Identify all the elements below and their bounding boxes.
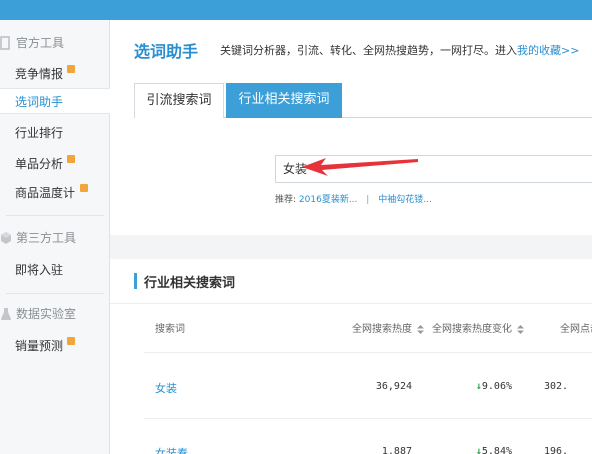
annotation-arrow-icon <box>302 158 418 176</box>
tab-industry-keywords[interactable]: 行业相关搜索词 <box>226 83 342 118</box>
column-header-keyword: 搜索词 <box>155 320 185 335</box>
bookmark-icon <box>0 36 12 50</box>
new-badge-icon <box>67 337 75 345</box>
sidebar-item-label: 单品分析 <box>15 157 64 171</box>
sidebar-item-word-assistant[interactable]: 选词助手 <box>0 88 110 114</box>
recommend-item[interactable]: 中袖勾花镂... <box>378 195 432 205</box>
column-header-label: 全网搜索热度 <box>352 324 412 335</box>
recommend-separator: | <box>366 195 370 205</box>
table-cell-keyword[interactable]: 女装春 <box>155 445 188 454</box>
page-title: 选词助手 <box>134 42 199 61</box>
section-header: 行业相关搜索词 <box>110 259 592 304</box>
column-header-clicks[interactable]: 全网点击 <box>560 320 592 335</box>
tab-bar: 引流搜索词 行业相关搜索词 <box>134 83 592 118</box>
cube-icon <box>0 231 12 245</box>
favorites-link[interactable]: 我的收藏>> <box>517 44 579 57</box>
sidebar-item-label: 即将入驻 <box>15 263 64 277</box>
column-header-label: 搜索词 <box>155 324 185 335</box>
sidebar-item-industry-rank[interactable]: 行业排行 <box>0 120 110 146</box>
change-value: 9.06% <box>481 381 512 392</box>
section-gap <box>110 235 592 259</box>
sidebar-item-label: 销量预测 <box>15 339 64 353</box>
sidebar-item-product-analysis[interactable]: 单品分析 <box>0 151 110 177</box>
row-divider <box>144 352 592 353</box>
sidebar-item-label: 竞争情报 <box>15 67 64 81</box>
table-cell-clicks: 302. <box>544 381 569 392</box>
sidebar-section-third-party: 第三方工具 <box>0 225 110 251</box>
sidebar-section-label: 官方工具 <box>16 36 65 50</box>
table-cell-change: ↓9.06% <box>450 381 512 392</box>
sidebar-item-label: 行业排行 <box>15 126 64 140</box>
table-cell-clicks: 196. <box>544 446 569 454</box>
new-badge-icon <box>67 65 75 73</box>
description-text: 关键词分析器，引流、转化、全网热搜趋势，一网打尽。进入 <box>220 44 517 57</box>
table-cell-keyword[interactable]: 女装 <box>155 380 177 396</box>
sidebar-item-competition[interactable]: 竞争情报 <box>0 61 110 87</box>
column-header-label: 全网搜索热度变化 <box>432 324 512 335</box>
sidebar-divider <box>6 293 104 294</box>
sidebar-section-official: 官方工具 <box>0 30 110 56</box>
sort-icon <box>517 324 525 334</box>
recommend-item[interactable]: 2016夏装新... <box>299 195 358 205</box>
sidebar: 官方工具 竞争情报 选词助手 行业排行 单品分析 商品温度计 第三方工具 即将入… <box>0 20 110 454</box>
sort-icon <box>417 324 425 334</box>
new-badge-icon <box>67 155 75 163</box>
main-content: 选词助手 关键词分析器，引流、转化、全网热搜趋势，一网打尽。进入我的收藏>> 引… <box>110 20 592 454</box>
top-bar <box>0 0 592 20</box>
sidebar-section-data-lab: 数据实验室 <box>0 301 110 327</box>
flask-icon <box>0 307 12 321</box>
sidebar-item-coming-soon[interactable]: 即将入驻 <box>0 257 110 283</box>
sidebar-divider <box>6 215 104 216</box>
sidebar-section-label: 数据实验室 <box>16 307 77 321</box>
section-accent-bar <box>134 273 137 289</box>
section-title: 行业相关搜索词 <box>144 276 236 291</box>
table-cell-heat: 1,887 <box>381 446 412 454</box>
column-header-label: 全网点击 <box>560 324 592 335</box>
sidebar-item-label: 商品温度计 <box>15 186 76 200</box>
sidebar-item-label: 选词助手 <box>15 95 64 109</box>
column-header-heat-change[interactable]: 全网搜索热度变化 <box>432 320 525 335</box>
sidebar-item-sales-forecast[interactable]: 销量预测 <box>0 333 110 359</box>
table-cell-change: ↓5.84% <box>450 446 512 454</box>
page-description: 关键词分析器，引流、转化、全网热搜趋势，一网打尽。进入我的收藏>> <box>220 42 579 58</box>
change-value: 5.84% <box>481 446 512 454</box>
column-header-heat[interactable]: 全网搜索热度 <box>352 320 425 335</box>
tab-traffic-keywords[interactable]: 引流搜索词 <box>134 83 224 118</box>
sidebar-item-thermometer[interactable]: 商品温度计 <box>0 180 110 206</box>
table-cell-heat: 36,924 <box>375 381 412 392</box>
recommend-label: 推荐: <box>275 195 297 205</box>
row-divider <box>144 418 592 419</box>
sidebar-section-label: 第三方工具 <box>16 231 77 245</box>
new-badge-icon <box>80 184 88 192</box>
recommend-bar: 推荐: 2016夏装新... | 中袖勾花镂... <box>275 192 432 205</box>
